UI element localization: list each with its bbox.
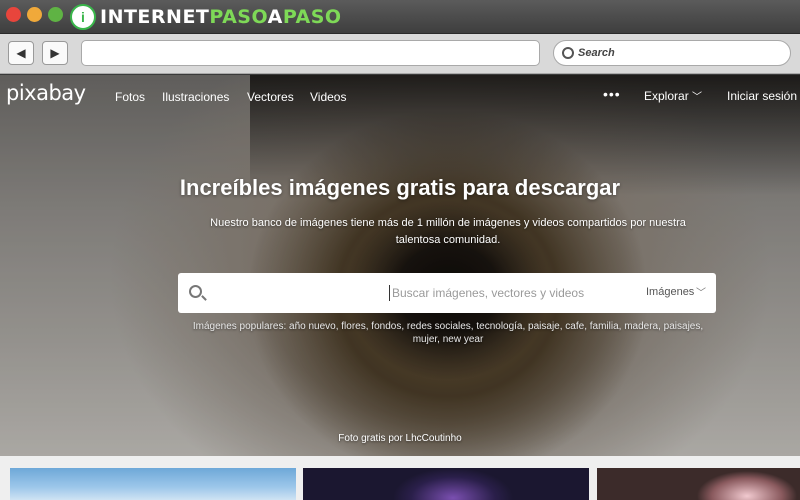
hero-overlay (0, 75, 800, 456)
brand-text-part: PASO (282, 6, 342, 28)
chevron-down-icon: ﹀ (692, 92, 702, 103)
nav-link-vectores[interactable]: Vectores (247, 90, 294, 104)
internetpasoapaso-logo: i INTERNETPASOAPASO (70, 4, 342, 30)
search-icon (189, 285, 202, 298)
nav-link-ilustraciones[interactable]: Ilustraciones (162, 90, 229, 104)
pixabay-logo[interactable]: pixabay (6, 81, 86, 105)
brand-badge-icon: i (70, 4, 96, 30)
minimize-window-button[interactable] (27, 7, 42, 22)
forward-arrow-icon: ▶ (50, 46, 60, 60)
brand-text-part: A (267, 6, 283, 28)
address-bar[interactable] (81, 40, 540, 66)
forward-button[interactable]: ▶ (42, 41, 68, 65)
zoom-window-button[interactable] (48, 7, 63, 22)
brand-text-part: INTERNET (100, 6, 210, 28)
search-icon (562, 47, 574, 59)
back-button[interactable]: ◀ (8, 41, 34, 65)
image-thumbnail[interactable] (597, 468, 800, 500)
brand-text-part: PASO (209, 6, 268, 28)
browser-toolbar: ◀ ▶ Search (0, 34, 800, 74)
window-titlebar: i INTERNETPASOAPASO (0, 0, 800, 34)
popular-searches[interactable]: Imágenes populares: año nuevo, flores, f… (190, 320, 706, 346)
search-type-select[interactable]: Imágenes (646, 286, 694, 298)
more-menu-icon[interactable]: ••• (603, 86, 621, 102)
hero-section: pixabay Fotos Ilustraciones Vectores Vid… (0, 75, 800, 456)
browser-search-label: Search (578, 47, 615, 59)
image-grid (0, 456, 800, 500)
chevron-down-icon: ﹀ (696, 288, 706, 299)
explore-menu[interactable]: Explorar (644, 89, 689, 103)
image-thumbnail[interactable] (10, 468, 296, 500)
brand-text: INTERNETPASOAPASO (100, 6, 342, 28)
back-arrow-icon: ◀ (16, 46, 26, 60)
search-input[interactable]: Buscar imágenes, vectores y videos (392, 286, 584, 300)
text-cursor (389, 285, 390, 301)
login-link[interactable]: Iniciar sesión (727, 89, 797, 103)
close-window-button[interactable] (6, 7, 21, 22)
hero-subtitle: Nuestro banco de imágenes tiene más de 1… (210, 217, 686, 246)
browser-search-field[interactable]: Search (553, 40, 791, 66)
web-page: pixabay Fotos Ilustraciones Vectores Vid… (0, 75, 800, 500)
photo-credit[interactable]: Foto gratis por LhcCoutinho (0, 433, 800, 444)
hero-title: Increíbles imágenes gratis para descarga… (179, 175, 621, 200)
site-nav: pixabay Fotos Ilustraciones Vectores Vid… (0, 75, 800, 119)
image-thumbnail[interactable] (303, 468, 589, 500)
nav-link-videos[interactable]: Videos (310, 90, 346, 104)
hero-search-box[interactable]: Buscar imágenes, vectores y videos Imáge… (178, 273, 716, 313)
nav-link-fotos[interactable]: Fotos (115, 90, 145, 104)
